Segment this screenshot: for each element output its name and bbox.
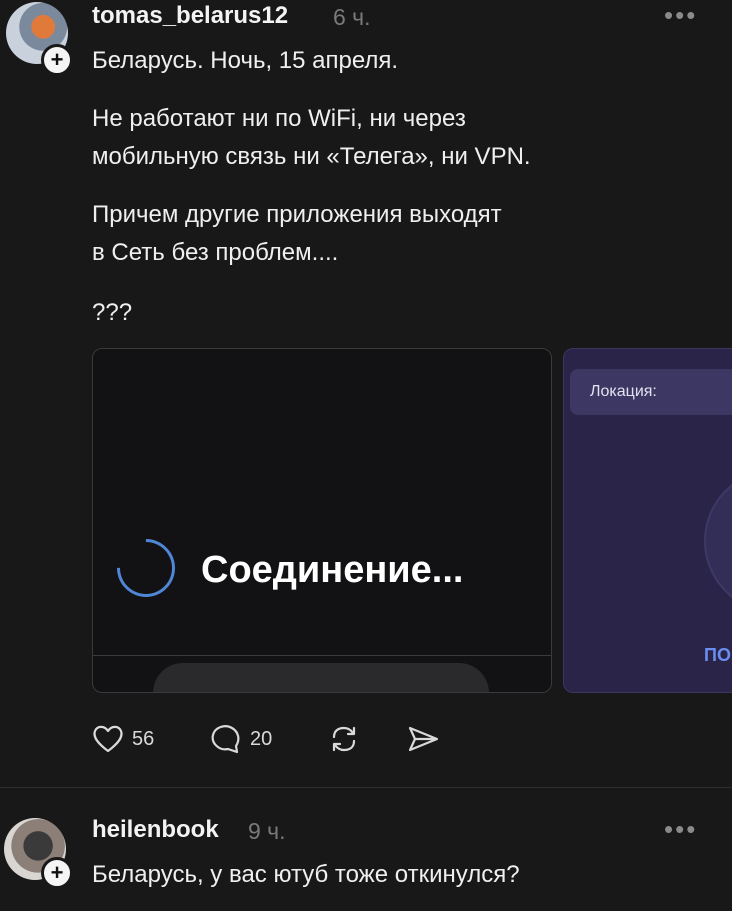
send-icon [408, 726, 439, 752]
post-text-line-1: Беларусь, у вас ютуб тоже откинулся? [92, 861, 520, 888]
location-field: Локация: [570, 369, 732, 415]
partial-link-text: ПО [704, 645, 731, 665]
post-text-line-5: в Сеть без проблем.... [92, 239, 339, 266]
media-image-vpn[interactable]: Локация: ПО [563, 348, 732, 693]
comment-count: 20 [250, 727, 273, 750]
more-options-icon[interactable]: ••• [664, 0, 697, 31]
loading-spinner-icon [104, 526, 188, 610]
post-text-line-2: Не работают ни по WiFi, ни через [92, 105, 466, 132]
post-text-line-1: Беларусь. Ночь, 15 апреля. [92, 47, 399, 74]
repost-icon [332, 726, 356, 752]
connecting-label: Соединение... [201, 549, 464, 591]
media-image-connecting[interactable]: Соединение... [92, 348, 552, 693]
comment-button[interactable]: 20 [210, 724, 272, 754]
threads-feed: + tomas_belarus12 6 ч. ••• Беларусь. Ноч… [0, 0, 732, 911]
post-text-line-4: Причем другие приложения выходят [92, 201, 502, 228]
post-timestamp: 9 ч. [248, 818, 286, 844]
bottom-bar-shape [153, 663, 489, 692]
repost-button[interactable] [328, 724, 360, 754]
comment-icon [211, 725, 240, 754]
post-text-line-3: мобильную связь ни «Телега», ни VPN. [92, 143, 531, 170]
post-username[interactable]: heilenbook [92, 816, 219, 844]
connect-circle [704, 469, 732, 613]
share-button[interactable] [406, 724, 440, 754]
divider [93, 655, 551, 656]
more-options-icon[interactable]: ••• [664, 814, 697, 845]
post-separator [0, 787, 732, 788]
post-text-line-6: ??? [92, 299, 133, 326]
like-button[interactable]: 56 [92, 724, 154, 754]
follow-plus-icon[interactable]: + [41, 857, 73, 889]
heart-icon [93, 725, 123, 753]
follow-plus-icon[interactable]: + [41, 44, 73, 76]
post-username[interactable]: tomas_belarus12 [92, 2, 288, 30]
like-count: 56 [132, 727, 155, 750]
post-timestamp: 6 ч. [333, 4, 371, 30]
